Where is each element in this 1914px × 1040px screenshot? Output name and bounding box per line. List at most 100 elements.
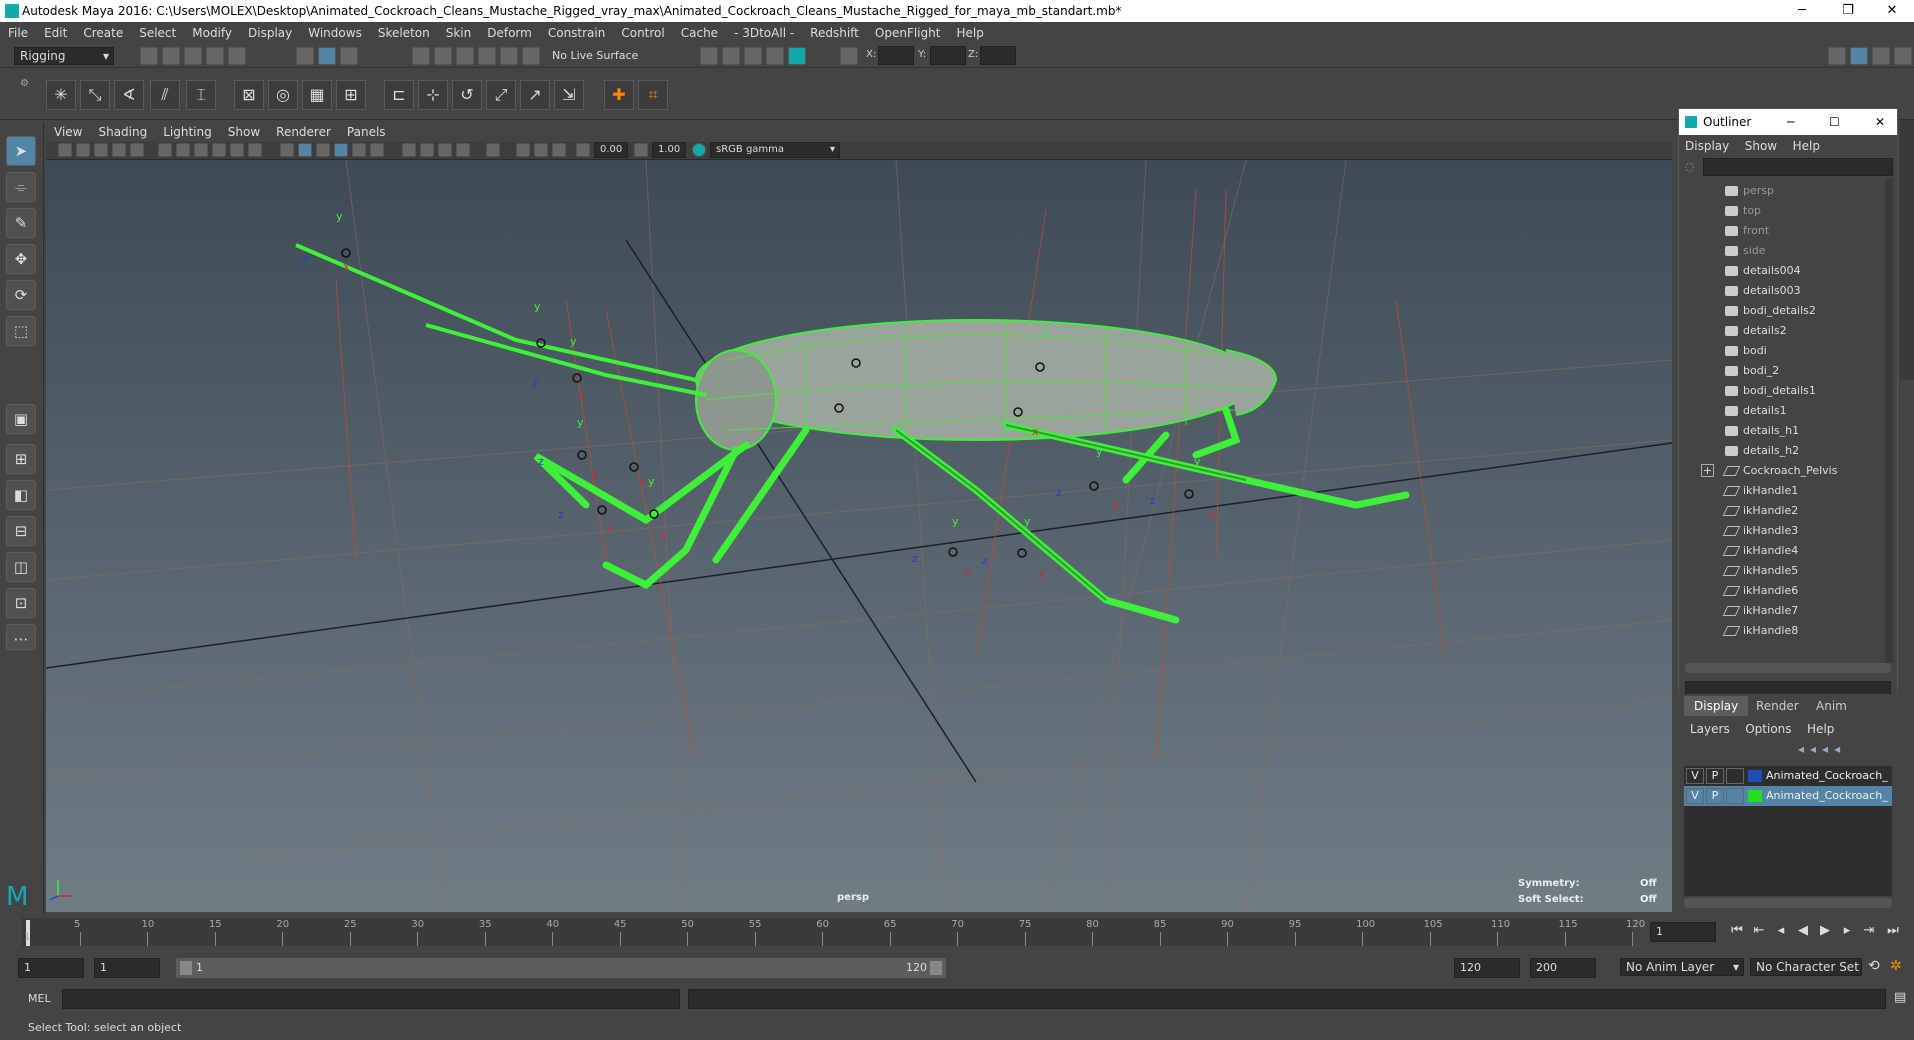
smooth-bind-icon[interactable]: ◎ [268,80,298,110]
z-field[interactable] [980,46,1016,65]
outliner-search-input[interactable] [1703,158,1893,176]
attribute-editor-icon[interactable] [1850,47,1868,65]
layers-menu-layers[interactable]: Layers [1684,722,1736,736]
film-gate-icon[interactable] [176,143,190,157]
outliner-hscrollbar[interactable] [1685,663,1891,673]
menu-deform[interactable]: Deform [479,26,540,40]
snap-view-icon[interactable] [478,47,496,65]
hypershade-icon[interactable] [788,47,806,65]
snap-point-icon[interactable] [456,47,474,65]
render-view-icon[interactable] [700,47,718,65]
cluster-icon[interactable]: ⊞ [336,80,366,110]
layer-playback[interactable]: P [1706,788,1724,804]
locator-icon[interactable]: ✚ [604,80,634,110]
step-forward-frame-icon[interactable]: ▸ [1838,922,1856,940]
xray-joints-icon[interactable] [534,143,548,157]
goto-start-icon[interactable]: ⏮ [1728,922,1746,940]
textured-icon[interactable] [334,143,348,157]
scene-end-field[interactable]: 200 [1530,958,1596,978]
list-item[interactable]: ikHandle7 [1679,601,1897,621]
perspective-viewport[interactable]: yzx yyz xyz xxz yxx yxy zxy zxy zxy zx p… [46,160,1672,912]
list-item[interactable]: details004 [1679,261,1897,281]
open-scene-icon[interactable] [162,47,180,65]
bookmark-icon[interactable] [94,143,108,157]
current-frame-field[interactable]: 1 [1650,922,1716,942]
list-item[interactable]: front [1679,221,1897,241]
menu-3dtoall[interactable]: - 3DtoAll - [726,26,802,40]
playback-start-field[interactable]: 1 [94,958,160,978]
select-hierarchy-icon[interactable] [296,47,314,65]
render-current-icon[interactable] [722,47,740,65]
list-item[interactable]: details2 [1679,321,1897,341]
safe-action-icon[interactable] [248,143,262,157]
resolution-gate-icon[interactable] [194,143,208,157]
command-language[interactable]: MEL [28,992,51,1005]
side-tabs[interactable] [1900,120,1914,380]
ambient-occlusion-icon[interactable] [402,143,416,157]
panel-menu-view[interactable]: View [46,125,90,139]
ik-spline-icon[interactable]: ∢ [114,80,144,110]
camera-attributes-icon[interactable] [76,143,90,157]
transform-mode-icon[interactable] [840,47,858,65]
snap-surface-icon[interactable] [500,47,518,65]
scale-constraint-icon[interactable]: ⤢ [486,80,516,110]
list-item[interactable]: side [1679,241,1897,261]
tab-display[interactable]: Display [1684,696,1749,716]
persp-graph-icon[interactable]: ⊟ [6,516,36,546]
persp-outliner-icon[interactable]: ◧ [6,480,36,510]
image-plane-icon[interactable] [112,143,126,157]
lights-icon[interactable] [352,143,366,157]
layer-hscrollbar[interactable] [1684,898,1892,908]
list-item[interactable]: ikHandle3 [1679,521,1897,541]
list-item[interactable]: bodi_details1 [1679,381,1897,401]
far-clip-field[interactable]: 1.00 [652,142,686,158]
pole-vector-icon[interactable]: ⇲ [554,80,584,110]
four-view-icon[interactable]: ⊞ [6,444,36,474]
time-slider[interactable]: 1 5 10 15 20 25 30 35 40 45 50 55 60 65 70 75 80 85 90 95 1… [0,914,1914,952]
outliner-menu-help[interactable]: Help [1787,139,1826,153]
field-chart-icon[interactable] [230,143,244,157]
paint-select-icon[interactable]: ✎ [6,208,36,238]
lattice-icon[interactable]: ▦ [302,80,332,110]
gate-mask-icon[interactable] [212,143,226,157]
playback-end-field[interactable]: 120 [1454,958,1520,978]
menu-skeleton[interactable]: Skeleton [370,26,438,40]
list-item[interactable]: ikHandle8 [1679,621,1897,641]
mirror-joint-icon[interactable]: ⫽ [150,80,180,110]
menu-redshift[interactable]: Redshift [802,26,867,40]
expand-button[interactable]: + [1701,464,1714,477]
layer-display-type[interactable] [1726,788,1744,804]
tab-anim[interactable]: Anim [1806,696,1857,716]
scale-tool-icon[interactable]: ⬚ [6,316,36,346]
menu-openflight[interactable]: OpenFlight [867,26,949,40]
minimize-button[interactable]: ─ [1780,0,1824,22]
panel-menu-renderer[interactable]: Renderer [268,125,339,139]
motion-blur-icon[interactable] [420,143,434,157]
lasso-tool-icon[interactable]: ⌯ [6,172,36,202]
ik-handle-icon[interactable]: ⤡ [80,80,110,110]
make-live-icon[interactable] [522,47,540,65]
anim-prefs-icon[interactable]: ✲ [1890,958,1902,974]
menu-cache[interactable]: Cache [673,26,726,40]
panel-menu-lighting[interactable]: Lighting [155,125,220,139]
list-item[interactable]: ikHandle4 [1679,541,1897,561]
list-item[interactable]: ikHandle5 [1679,561,1897,581]
orient-constraint-icon[interactable]: ↺ [452,80,482,110]
step-back-key-icon[interactable]: ⇤ [1750,922,1768,940]
outliner-maximize-button[interactable]: ☐ [1829,109,1840,135]
layer-visibility[interactable]: V [1686,768,1704,784]
layer-color-swatch[interactable] [1748,790,1762,802]
restore-button[interactable]: ❐ [1826,0,1870,22]
list-item[interactable]: bodi_details2 [1679,301,1897,321]
outliner-menu-display[interactable]: Display [1679,139,1735,153]
list-item[interactable]: bodi_2 [1679,361,1897,381]
layer-display-type[interactable] [1726,768,1744,784]
outliner-minimize-button[interactable]: ─ [1787,109,1794,135]
menu-skin[interactable]: Skin [438,26,480,40]
menu-create[interactable]: Create [75,26,131,40]
menu-modify[interactable]: Modify [184,26,240,40]
x-field[interactable] [878,46,914,65]
panel-menu-panels[interactable]: Panels [339,125,394,139]
layer-buttons-icon[interactable]: ◂◂◂◂ [1798,742,1846,756]
bind-skin-icon[interactable]: ⊠ [234,80,264,110]
